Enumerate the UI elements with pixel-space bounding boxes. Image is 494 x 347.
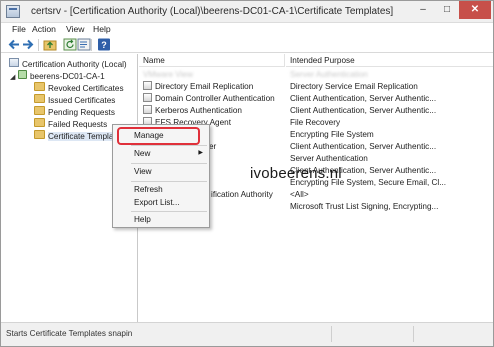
template-icon: [143, 81, 152, 90]
status-divider: [331, 326, 332, 342]
menu-help[interactable]: Help: [93, 24, 111, 34]
menu-view[interactable]: View: [66, 24, 84, 34]
tree-item-certificate-templates[interactable]: Certificate Templates: [34, 129, 125, 141]
template-purpose: Server Authentication: [290, 70, 368, 79]
highlight-box: [117, 127, 200, 145]
ca-server-icon: [18, 70, 27, 79]
tree-item-pending-requests[interactable]: Pending Requests: [34, 105, 115, 117]
title-bar[interactable]: certsrv - [Certification Authority (Loca…: [1, 1, 493, 23]
table-row[interactable]: Kerberos Authentication Client Authentic…: [139, 105, 493, 117]
submenu-arrow-icon: ▶: [198, 150, 203, 156]
folder-icon: [34, 106, 45, 115]
template-purpose: File Recovery: [290, 118, 341, 127]
expand-arrow-icon[interactable]: ◢: [10, 72, 18, 83]
folder-icon: [34, 82, 45, 91]
svg-text:?: ?: [101, 40, 107, 50]
close-button[interactable]: ✕: [459, 1, 491, 19]
menu-separator: [131, 145, 207, 146]
template-purpose: Microsoft Trust List Signing, Encrypting…: [290, 202, 439, 211]
certification-authority-icon: [9, 58, 19, 67]
menu-separator: [131, 181, 207, 182]
tree-item-label: Pending Requests: [48, 108, 115, 117]
toolbar-separator: [91, 39, 92, 51]
template-purpose: Server Authentication: [290, 154, 368, 163]
help-icon[interactable]: ?: [97, 38, 111, 51]
tree-root[interactable]: Certification Authority (Local): [9, 57, 127, 69]
mmc-window: certsrv - [Certification Authority (Loca…: [0, 0, 494, 347]
minimize-button[interactable]: –: [411, 1, 435, 19]
template-purpose: Encrypting File System: [290, 130, 374, 139]
template-name: Domain Controller Authentication: [155, 94, 275, 103]
template-purpose: Client Authentication, Server Authentic.…: [290, 94, 437, 103]
context-menu-view[interactable]: View: [114, 165, 209, 178]
column-header-name[interactable]: Name: [139, 54, 285, 67]
template-icon: [143, 105, 152, 114]
tree-ca-label: beerens-DC01-CA-1: [30, 72, 105, 81]
toolbar: ?: [1, 37, 493, 53]
column-header-intended-purpose[interactable]: Intended Purpose: [286, 54, 493, 67]
tree-root-label: Certification Authority (Local): [22, 60, 127, 69]
forward-arrow-icon[interactable]: [21, 38, 35, 51]
window-title: certsrv - [Certification Authority (Loca…: [31, 6, 394, 17]
watermark-text: ivobeerens.nl: [250, 165, 342, 182]
template-name: VMware View: [143, 70, 193, 79]
template-purpose: Directory Service Email Replication: [290, 82, 418, 91]
toolbar-separator: [38, 39, 39, 51]
up-folder-icon[interactable]: [43, 38, 57, 51]
maximize-button[interactable]: □: [435, 1, 459, 19]
template-icon: [143, 93, 152, 102]
context-menu-new-label: New: [134, 149, 151, 158]
template-purpose: Client Authentication, Server Authentic.…: [290, 142, 437, 151]
menu-file[interactable]: File: [12, 24, 26, 34]
tree-item-issued-certificates[interactable]: Issued Certificates: [34, 93, 116, 105]
template-purpose: <All>: [290, 190, 309, 199]
status-bar: Starts Certificate Templates snapin: [1, 322, 493, 346]
folder-icon: [34, 94, 45, 103]
table-row[interactable]: Directory Email Replication Directory Se…: [139, 81, 493, 93]
context-menu-refresh[interactable]: Refresh: [114, 183, 209, 196]
tree-item-failed-requests[interactable]: Failed Requests: [34, 117, 108, 129]
table-row[interactable]: Domain Controller Authentication Client …: [139, 93, 493, 105]
status-text: Starts Certificate Templates snapin: [6, 329, 133, 338]
menu-bar: File Action View Help: [1, 23, 493, 37]
folder-icon: [34, 118, 45, 127]
tree-item-ca[interactable]: ◢ beerens-DC01-CA-1: [10, 69, 105, 83]
back-arrow-icon[interactable]: [7, 38, 21, 51]
tree-item-label: Revoked Certificates: [48, 84, 124, 93]
refresh-icon[interactable]: [63, 38, 77, 51]
export-list-icon[interactable]: [77, 38, 91, 51]
menu-separator: [131, 211, 207, 212]
template-name: Directory Email Replication: [155, 82, 254, 91]
tree-item-revoked-certificates[interactable]: Revoked Certificates: [34, 81, 124, 93]
certsrv-app-icon[interactable]: [6, 5, 20, 18]
tree-item-label: Issued Certificates: [48, 96, 116, 105]
status-divider: [413, 326, 414, 342]
context-menu-export-list[interactable]: Export List...: [114, 196, 209, 209]
menu-separator: [131, 163, 207, 164]
tree-item-label: Failed Requests: [48, 120, 108, 129]
menu-action[interactable]: Action: [32, 24, 56, 34]
context-menu-help[interactable]: Help: [114, 213, 209, 226]
template-name: Kerberos Authentication: [155, 106, 242, 115]
folder-icon: [34, 130, 45, 139]
table-row[interactable]: VMware View Server Authentication: [139, 69, 493, 81]
template-purpose: Client Authentication, Server Authentic.…: [290, 106, 437, 115]
context-menu-new[interactable]: New ▶: [114, 147, 209, 160]
